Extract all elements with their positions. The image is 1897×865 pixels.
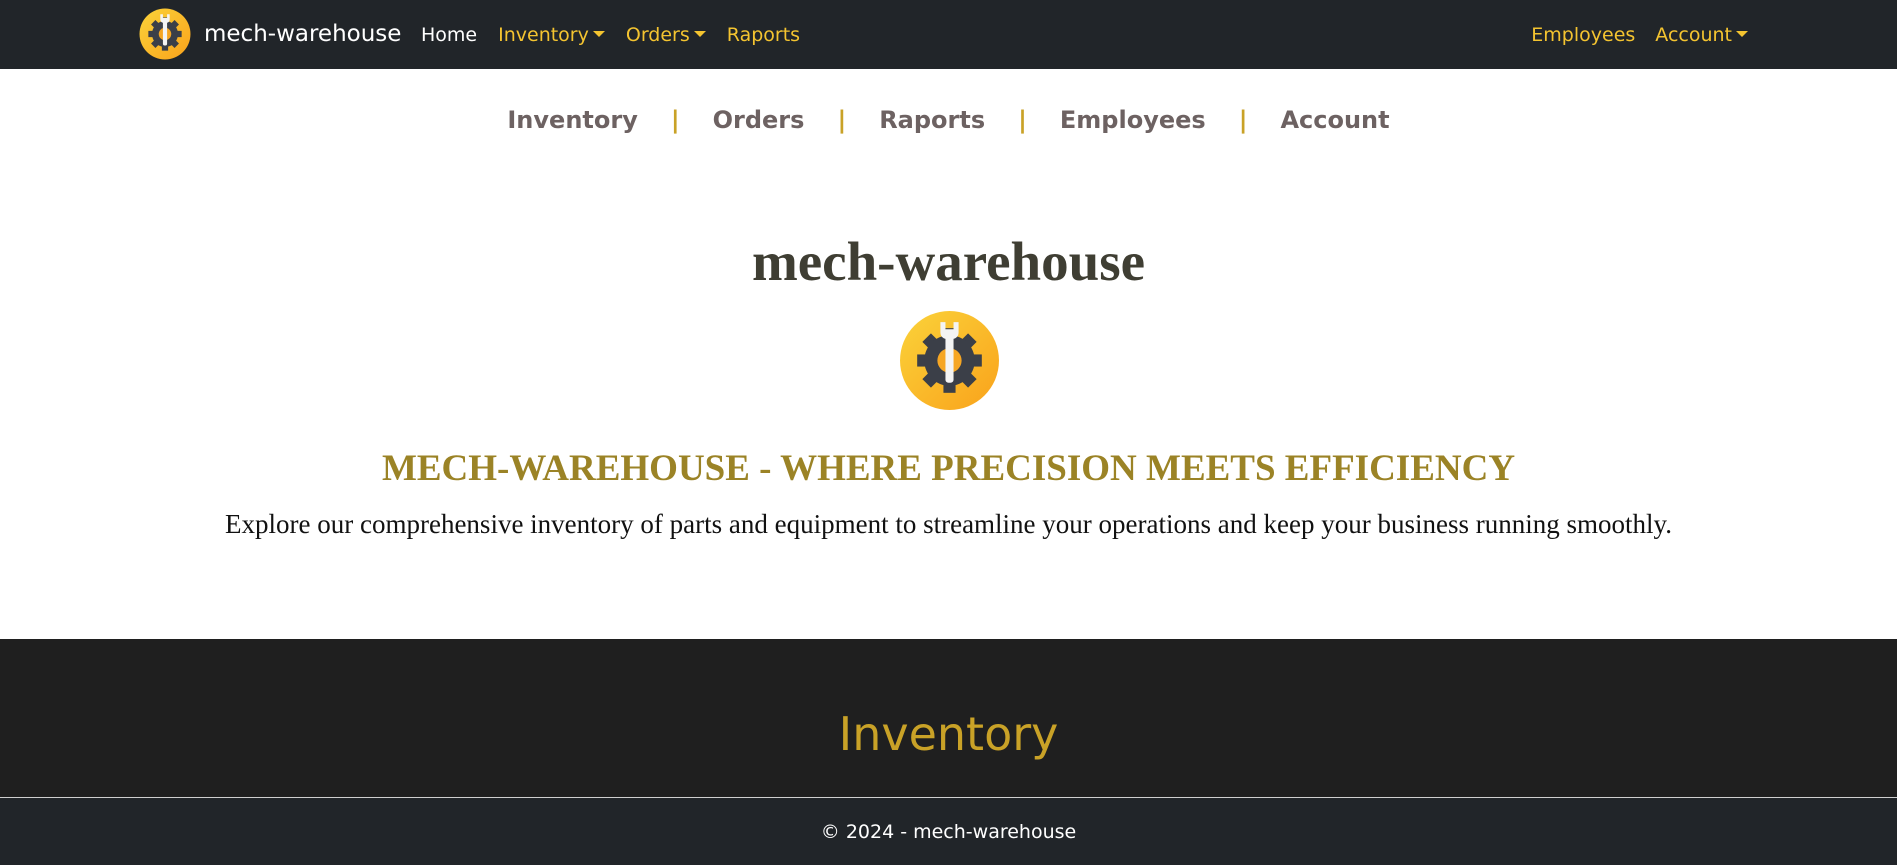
page-footer: © 2024 - mech-warehouse	[0, 797, 1897, 865]
nav-raports-link[interactable]: Raports	[727, 24, 800, 46]
hero-description: Explore our comprehensive inventory of p…	[225, 509, 1672, 539]
brand-name: mech-warehouse	[204, 21, 402, 47]
nav-orders-label: Orders	[625, 23, 690, 46]
subnav-separator: |	[1018, 106, 1027, 134]
subnav-separator: |	[670, 106, 680, 134]
gear-wrench-logo-icon	[900, 311, 999, 410]
section-link-bar: Inventory | Orders | Raports | Employees…	[0, 100, 1897, 140]
nav-orders-dropdown[interactable]: Orders	[626, 24, 706, 46]
subnav-orders-link[interactable]: Orders	[713, 106, 805, 134]
caret-down-icon	[1736, 30, 1748, 37]
subnav-employees-link[interactable]: Employees	[1060, 106, 1206, 134]
nav-inventory-label: Inventory	[498, 23, 589, 46]
nav-employees-link[interactable]: Employees	[1531, 24, 1635, 46]
top-navbar: mech-warehouse Home Inventory Orders Rap…	[0, 0, 1897, 69]
caret-down-icon	[693, 30, 706, 37]
subnav-account-link[interactable]: Account	[1280, 106, 1389, 134]
navbar-left-menu: Home Inventory Orders Raports	[421, 0, 821, 69]
hero-tagline: MECH-WAREHOUSE - WHERE PRECISION MEETS E…	[381, 448, 1516, 489]
nav-account-dropdown[interactable]: Account	[1655, 24, 1748, 46]
navbar-brand[interactable]: mech-warehouse	[139, 8, 401, 60]
inventory-section-title[interactable]: Inventory	[0, 702, 1897, 766]
navbar-right-menu: Employees Account	[1511, 0, 1748, 69]
gear-wrench-logo-icon	[139, 8, 191, 60]
footer-copyright: © 2024 - mech-warehouse	[820, 820, 1077, 843]
subnav-separator: |	[1238, 106, 1248, 134]
nav-account-label: Account	[1655, 23, 1732, 46]
subnav-inventory-link[interactable]: Inventory	[507, 106, 637, 134]
nav-home-link[interactable]: Home	[421, 24, 477, 46]
caret-down-icon	[592, 30, 605, 37]
subnav-raports-link[interactable]: Raports	[879, 106, 985, 134]
nav-employees-label: Employees	[1531, 23, 1636, 46]
nav-inventory-dropdown[interactable]: Inventory	[498, 24, 605, 46]
nav-home-label: Home	[421, 23, 478, 46]
page-title: mech-warehouse	[751, 231, 1146, 292]
subnav-separator: |	[837, 106, 847, 134]
nav-raports-label: Raports	[726, 23, 801, 46]
